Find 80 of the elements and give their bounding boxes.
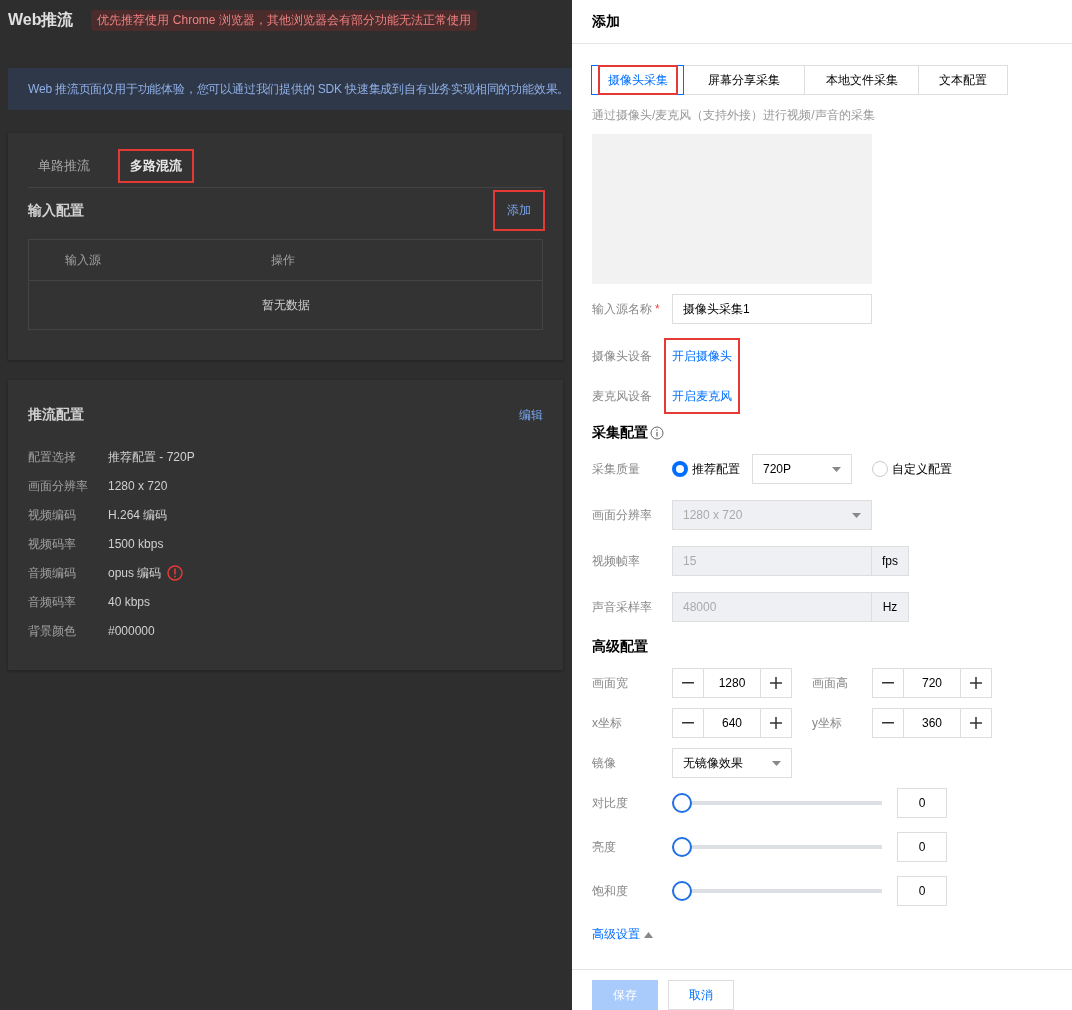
field-label: 声音采样率 bbox=[592, 598, 653, 616]
unit-label: fps bbox=[872, 546, 909, 576]
section-title: 输入配置 bbox=[28, 201, 84, 220]
field-label: 输入源名称 bbox=[592, 301, 652, 316]
field-label: 音频编码 bbox=[28, 564, 77, 582]
add-link[interactable]: 添加 bbox=[495, 192, 543, 229]
device-link[interactable]: 开启麦克风 bbox=[672, 386, 732, 406]
section-title: 采集配置 bbox=[592, 424, 648, 442]
unit-label: Hz bbox=[872, 592, 909, 622]
field-label: 视频码率 bbox=[28, 535, 77, 553]
field-label: 麦克风设备 bbox=[592, 388, 653, 405]
tab[interactable]: 文本配置 bbox=[918, 65, 1008, 95]
number-stepper[interactable]: 360 bbox=[872, 708, 992, 738]
device-link[interactable]: 开启摄像头 bbox=[672, 346, 732, 366]
slider-thumb[interactable] bbox=[672, 793, 692, 813]
number-field[interactable]: 0 bbox=[897, 788, 947, 818]
caret-icon bbox=[772, 760, 781, 766]
advanced-toggle[interactable]: 高级设置 bbox=[592, 926, 1052, 943]
info-icon bbox=[650, 426, 664, 440]
field-label: 镜像 bbox=[592, 754, 617, 772]
tab[interactable]: 本地文件采集 bbox=[804, 65, 919, 95]
warning-notice: 优先推荐使用 Chrome 浏览器，其他浏览器会有部分功能无法正常使用 bbox=[91, 9, 477, 31]
column-header: 操作 bbox=[271, 251, 296, 269]
field-label: 画面高 bbox=[812, 674, 849, 692]
field-label: x坐标 bbox=[592, 714, 623, 732]
field-value: 1500 kbps bbox=[108, 537, 164, 551]
field-value: #000000 bbox=[108, 624, 155, 638]
field-label: 亮度 bbox=[592, 838, 617, 856]
banner-text: Web 推流页面仅用于功能体验，您可以通过我们提供的 SDK 快速集成到自有业务实现相同的功能效果。 bbox=[28, 80, 570, 98]
radio-option[interactable]: 推荐配置 bbox=[672, 460, 740, 478]
field-label: 背景颜色 bbox=[28, 622, 77, 640]
description-text: 通过摄像头/麦克风（支持外接）进行视频/声音的采集 bbox=[592, 107, 876, 124]
caret-icon bbox=[832, 466, 841, 472]
slider-thumb[interactable] bbox=[672, 837, 692, 857]
field-value: H.264 编码 bbox=[108, 506, 168, 524]
field-label: 视频帧率 bbox=[592, 552, 641, 570]
field-value: 1280 x 720 bbox=[108, 479, 168, 493]
number-field[interactable]: 0 bbox=[897, 876, 947, 906]
field-label: 配置选择 bbox=[28, 448, 77, 466]
tab[interactable]: 多路混流 bbox=[120, 151, 192, 181]
stepper-value: 720 bbox=[903, 669, 961, 697]
section-title: 推流配置 bbox=[28, 406, 84, 424]
edit-link[interactable]: 编辑 bbox=[519, 406, 543, 424]
field-label: 画面宽 bbox=[592, 674, 629, 692]
preset-select[interactable]: 720P bbox=[752, 454, 852, 484]
field-label: 画面分辨率 bbox=[28, 477, 89, 495]
field-label: 对比度 bbox=[592, 794, 629, 812]
field-value: 40 kbps bbox=[108, 595, 151, 609]
required-mark: * bbox=[655, 301, 660, 316]
caret-icon bbox=[852, 512, 861, 518]
field-label: 采集质量 bbox=[592, 460, 641, 478]
field-label: 画面分辨率 bbox=[592, 506, 653, 524]
field-label: 摄像头设备 bbox=[592, 348, 653, 365]
radio-option[interactable]: 自定义配置 bbox=[872, 460, 952, 478]
empty-text: 暂无数据 bbox=[261, 296, 310, 314]
stepper-value: 640 bbox=[703, 709, 761, 737]
tab[interactable]: 屏幕分享采集 bbox=[683, 65, 805, 95]
tab[interactable]: 摄像头采集 bbox=[591, 65, 684, 95]
tab[interactable]: 单路推流 bbox=[28, 151, 100, 181]
drawer-title: 添加 bbox=[592, 12, 620, 31]
mirror-select[interactable]: 无镜像效果 bbox=[672, 748, 792, 778]
stepper-value: 360 bbox=[903, 709, 961, 737]
field-label: y坐标 bbox=[812, 714, 843, 732]
column-header: 输入源 bbox=[64, 251, 102, 269]
number-stepper[interactable]: 1280 bbox=[672, 668, 792, 698]
cancel-button[interactable]: 取消 bbox=[668, 980, 734, 1010]
stepper-value: 1280 bbox=[703, 669, 761, 697]
field-label: 音频码率 bbox=[28, 593, 77, 611]
section-title: 高级配置 bbox=[592, 638, 648, 656]
slider-thumb[interactable] bbox=[672, 881, 692, 901]
field-value: opus 编码 bbox=[108, 564, 162, 582]
number-stepper[interactable]: 720 bbox=[872, 668, 992, 698]
page-title: Web推流 bbox=[8, 9, 74, 30]
field-label: 视频编码 bbox=[28, 506, 77, 524]
radio-icon[interactable] bbox=[672, 461, 688, 477]
field-label: 饱和度 bbox=[592, 882, 629, 900]
number-field[interactable]: 0 bbox=[897, 832, 947, 862]
number-stepper[interactable]: 640 bbox=[672, 708, 792, 738]
field-value: 推荐配置 - 720P bbox=[108, 448, 195, 466]
input-field[interactable]: 摄像头采集1 bbox=[672, 294, 872, 324]
